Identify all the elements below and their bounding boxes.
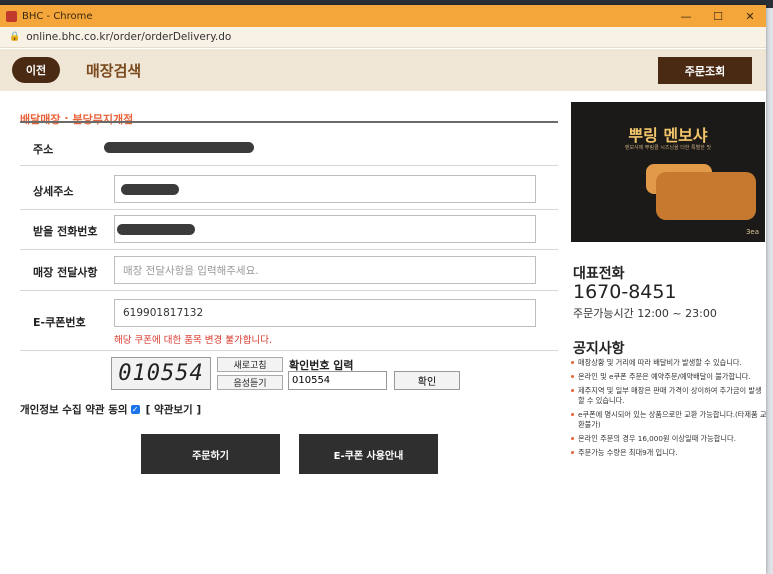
bullet-icon [571, 413, 574, 416]
phone-heading: 대표전화 [573, 266, 625, 282]
ecoupon-label: E-쿠폰번호 [33, 316, 86, 329]
url-text: online.bhc.co.kr/order/orderDelivery.do [26, 31, 232, 43]
ecoupon-error-text: 해당 쿠폰에 대한 품목 변경 불가합니다. [114, 335, 272, 346]
notice-item: 온라인 주문의 경우 16,000원 이상일때 가능합니다. [569, 434, 766, 444]
captcha-image: 010554 [111, 357, 211, 390]
page-title: 매장검색 [86, 62, 142, 80]
address-value-redacted [104, 142, 254, 153]
close-icon[interactable]: ✕ [734, 10, 766, 23]
notice-list: 매장상황 및 거리에 따라 배달비가 발생할 수 있습니다. 온라인 및 e쿠폰… [569, 358, 766, 462]
lock-icon: 🔒 [9, 32, 21, 42]
captcha-refresh-button[interactable]: 새로고침 [217, 357, 283, 372]
store-message-input[interactable]: 매장 전달사항을 입력해주세요. [114, 256, 536, 284]
bullet-icon [571, 437, 574, 440]
order-hours: 주문가능시간 12:00 ~ 23:00 [573, 307, 717, 320]
bullet-icon [571, 375, 574, 378]
notice-item: 제주지역 및 일부 매장은 판매 가격이 상이하여 추가금이 발생할 수 있습니… [569, 386, 766, 406]
bhc-favicon-icon [6, 10, 17, 22]
bullet-icon [571, 389, 574, 392]
delivery-store-label: 배달매장 : 분당무지개점 [20, 113, 134, 126]
phone-label: 받을 전화번호 [33, 225, 98, 238]
divider [20, 165, 558, 166]
divider [20, 290, 558, 291]
promo-quantity-tag: 3ea [745, 228, 759, 236]
captcha-audio-button[interactable]: 음성듣기 [217, 375, 283, 390]
notice-text: 온라인 및 e쿠폰 주문은 예약주문/예약배달이 불가합니다. [578, 372, 751, 381]
divider [20, 249, 558, 250]
promo-title: 뿌링 멘보샤 [628, 126, 708, 145]
promo-subtitle: 멘보샤에 뿌링클 시즈닝을 더한 특별한 맛 [624, 145, 712, 151]
back-button[interactable]: 이전 [12, 57, 60, 83]
minimize-icon[interactable]: — [670, 10, 702, 23]
privacy-consent-label: 개인정보 수집 약관 동의 [20, 404, 128, 416]
phone-input[interactable] [114, 215, 536, 243]
bullet-icon [571, 451, 574, 454]
notice-item: 주문가능 수량은 최대9개 입니다. [569, 448, 766, 458]
address-label: 주소 [33, 143, 54, 156]
order-lookup-button[interactable]: 주문조회 [658, 57, 752, 84]
window-titlebar[interactable]: BHC - Chrome — ☐ ✕ [0, 5, 766, 27]
notice-heading: 공지사항 [573, 341, 625, 357]
privacy-consent-row: 개인정보 수집 약관 동의 ✓ [ 약관보기 ] [20, 402, 201, 417]
address-bar[interactable]: 🔒 online.bhc.co.kr/order/orderDelivery.d… [0, 27, 766, 48]
divider [20, 121, 558, 123]
verify-confirm-button[interactable]: 확인 [394, 371, 460, 390]
ecoupon-guide-button[interactable]: E-쿠폰 사용안내 [299, 434, 438, 474]
ecoupon-input[interactable]: 619901817132 [114, 299, 536, 327]
notice-item: 매장상황 및 거리에 따라 배달비가 발생할 수 있습니다. [569, 358, 766, 368]
notice-text: e쿠폰에 명시되어 있는 상품으로만 교환 가능합니다.(타제품 교환불가) [578, 410, 766, 429]
detail-address-input[interactable] [114, 175, 536, 203]
menboshaa-image [656, 172, 756, 220]
divider [20, 350, 558, 351]
notice-text: 매장상황 및 거리에 따라 배달비가 발생할 수 있습니다. [578, 358, 742, 367]
store-message-label: 매장 전달사항 [33, 266, 98, 279]
verify-code-input[interactable]: 010554 [288, 371, 387, 390]
phone-number: 1670-8451 [573, 281, 677, 303]
detail-address-redacted [121, 184, 179, 195]
place-order-button[interactable]: 주문하기 [141, 434, 280, 474]
notice-text: 온라인 주문의 경우 16,000원 이상일때 가능합니다. [578, 434, 736, 443]
browser-popup-window: BHC - Chrome — ☐ ✕ 🔒 online.bhc.co.kr/or… [0, 5, 766, 574]
detail-address-label: 상세주소 [33, 185, 74, 198]
window-title: BHC - Chrome [22, 10, 93, 22]
promo-banner[interactable]: 뿌링 멘보샤 멘보샤에 뿌링클 시즈닝을 더한 특별한 맛 3ea [571, 102, 765, 242]
phone-value-redacted [117, 224, 195, 235]
privacy-consent-checkbox[interactable]: ✓ [130, 405, 140, 414]
terms-view-link[interactable]: [ 약관보기 ] [146, 402, 202, 417]
notice-item: 온라인 및 e쿠폰 주문은 예약주문/예약배달이 불가합니다. [569, 372, 766, 382]
page-header: 이전 매장검색 주문조회 [0, 49, 766, 91]
bullet-icon [571, 361, 574, 364]
divider [20, 209, 558, 210]
notice-item: e쿠폰에 명시되어 있는 상품으로만 교환 가능합니다.(타제품 교환불가) [569, 410, 766, 430]
notice-text: 제주지역 및 일부 매장은 판매 가격이 상이하여 추가금이 발생할 수 있습니… [578, 386, 762, 405]
maximize-icon[interactable]: ☐ [702, 10, 734, 23]
notice-text: 주문가능 수량은 최대9개 입니다. [578, 448, 678, 457]
background-window-edge [765, 8, 773, 574]
